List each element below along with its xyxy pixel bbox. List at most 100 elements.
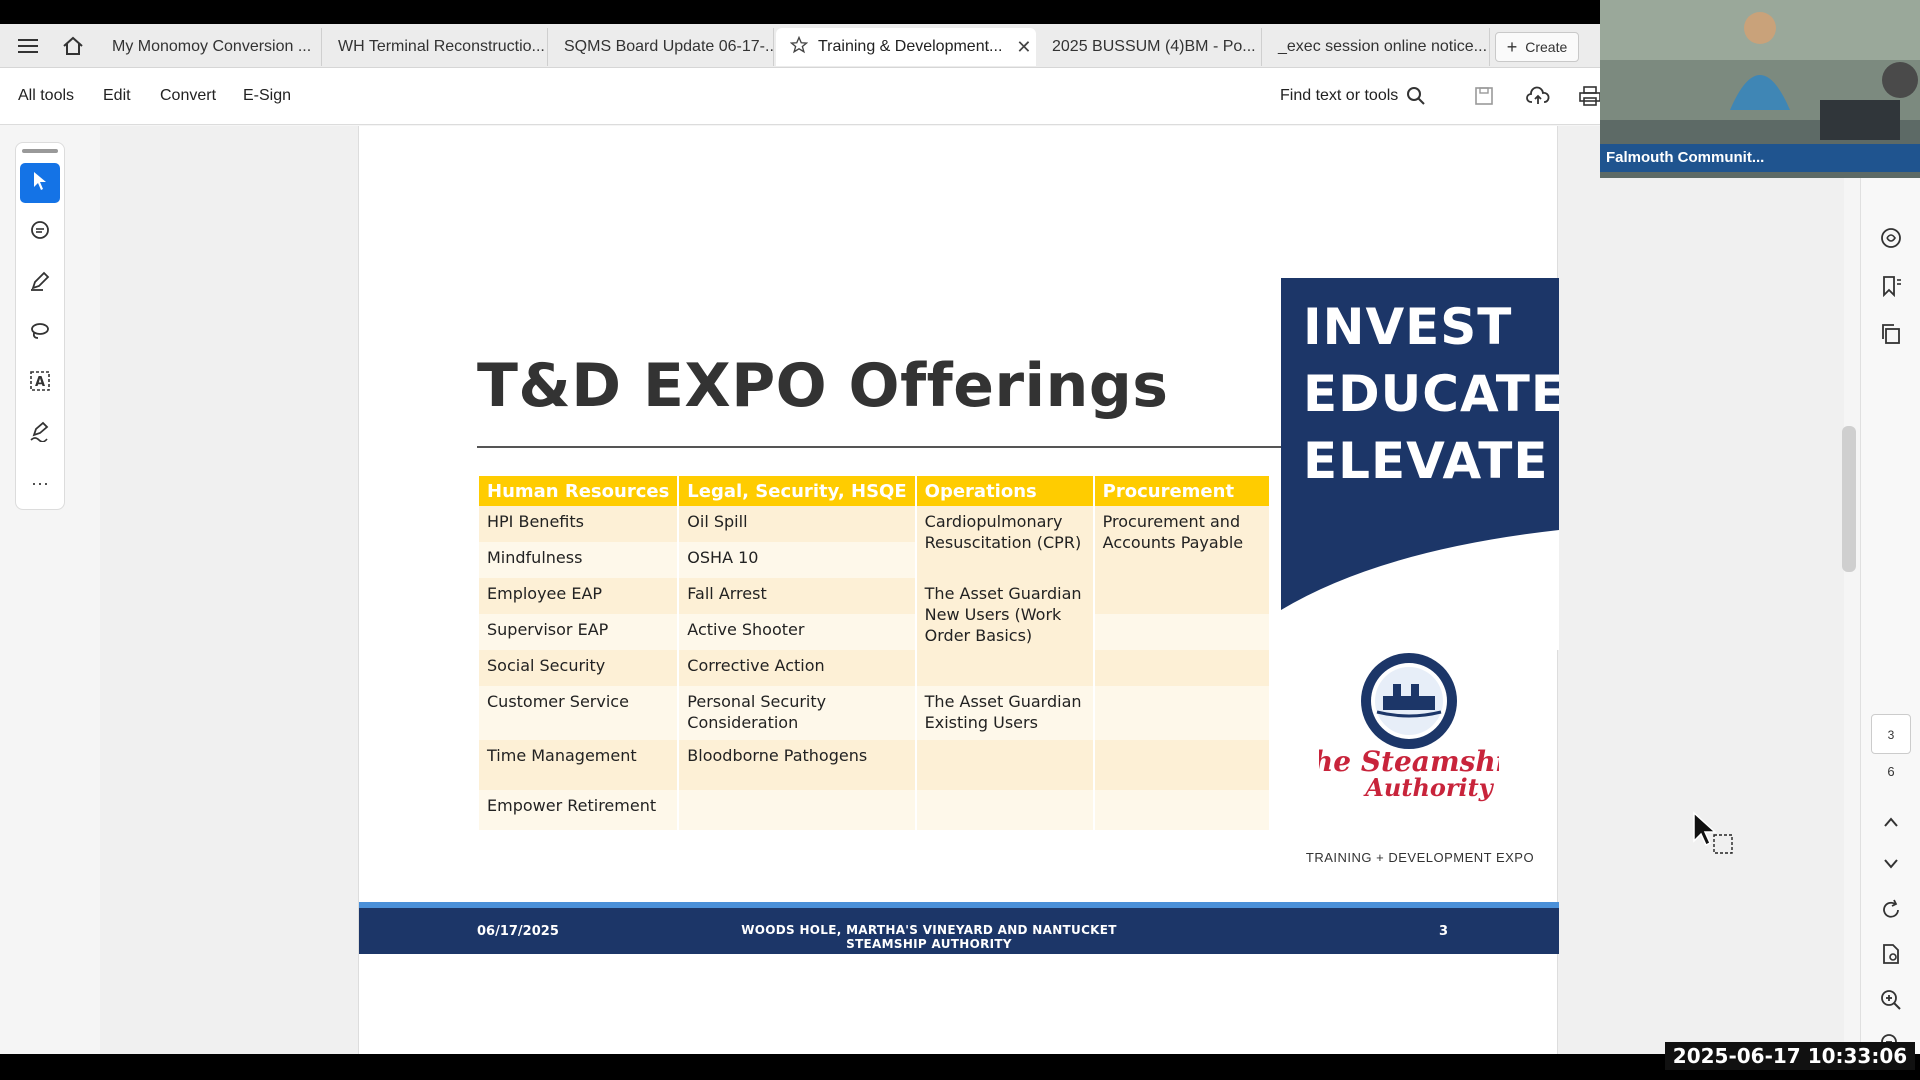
page-total: 6 <box>1887 764 1895 779</box>
tab-label: SQMS Board Update 06-17-... <box>564 38 774 55</box>
panel-line-elevate: ELEVATE <box>1303 432 1549 490</box>
slide-footer: 06/17/2025 WOODS HOLE, MARTHA'S VINEYARD… <box>359 908 1559 954</box>
meeting-video-overlay: Falmouth Communit... <box>1600 0 1920 178</box>
select-tool-button[interactable] <box>20 163 60 203</box>
table-cell <box>1093 614 1272 650</box>
tab-label: _exec session online notice... <box>1278 38 1488 55</box>
table-cell <box>1093 650 1272 686</box>
comment-tool-button[interactable] <box>20 213 60 253</box>
ai-assistant-icon[interactable] <box>1877 224 1905 252</box>
scrollbar-thumb[interactable] <box>1842 426 1856 572</box>
table-row: Social Security Corrective Action <box>479 650 1272 686</box>
expo-label: TRAINING + DEVELOPMENT EXPO <box>1305 850 1535 865</box>
tab-wh-terminal[interactable]: WH Terminal Reconstructio... <box>324 28 548 66</box>
find-text-or-tools[interactable]: Find text or tools <box>1280 87 1398 105</box>
sign-tool-button[interactable] <box>20 413 60 453</box>
panel-line-invest: INVEST <box>1303 298 1513 356</box>
footer-page-number: 3 <box>1439 924 1449 939</box>
panel-line-educate: EDUCATE <box>1303 365 1559 423</box>
steamship-authority-logo: The Steamship Authority <box>1292 646 1526 806</box>
tab-training-development[interactable]: Training & Development... ✕ <box>776 28 1036 66</box>
table-cell: Supervisor EAP <box>479 614 680 650</box>
home-icon[interactable] <box>59 32 87 60</box>
table-cell: Procurement and Accounts Payable <box>1093 506 1272 578</box>
document-viewport[interactable]: T&D EXPO Offerings Human Resources Legal… <box>100 126 1844 1054</box>
save-icon[interactable] <box>1470 82 1498 110</box>
tab-bar: My Monomoy Conversion ... WH Terminal Re… <box>0 24 1600 68</box>
quick-tools-rail: A ··· <box>15 142 65 510</box>
cloud-upload-icon[interactable] <box>1524 82 1552 110</box>
bookmark-icon[interactable] <box>1877 272 1905 300</box>
table-cell: Time Management <box>479 739 680 790</box>
table-cell <box>915 789 1095 830</box>
table-cell <box>678 789 917 830</box>
toolbar: All tools Edit Convert E-Sign Find text … <box>0 68 1601 125</box>
table-cell <box>1093 686 1272 740</box>
table-cell: The Asset Guardian New Users (Work Order… <box>915 578 1095 686</box>
tab-monomoy[interactable]: My Monomoy Conversion ... <box>98 28 322 66</box>
tab-exec-session[interactable]: _exec session online notice... <box>1264 28 1490 66</box>
table-row: Time Management Bloodborne Pathogens <box>479 739 1272 790</box>
star-icon[interactable] <box>789 35 809 59</box>
video-caption: Falmouth Communit... <box>1600 144 1920 172</box>
tab-bussum[interactable]: 2025 BUSSUM (4)BM - Po... <box>1038 28 1262 66</box>
menu-edit[interactable]: Edit <box>103 87 131 105</box>
create-button[interactable]: + Create <box>1495 32 1579 62</box>
table-cell: The Asset Guardian Existing Users <box>915 686 1095 740</box>
recording-timestamp: 2025-06-17 10:33:06 <box>1665 1042 1915 1070</box>
right-panel-rail: 3 6 <box>1860 126 1920 1054</box>
current-page-input[interactable]: 3 <box>1871 714 1911 754</box>
table-cell: Active Shooter <box>678 614 917 650</box>
svg-text:A: A <box>35 375 45 390</box>
hamburger-menu-icon[interactable] <box>14 32 42 60</box>
tab-sqms[interactable]: SQMS Board Update 06-17-... <box>550 28 774 66</box>
menu-convert[interactable]: Convert <box>160 87 216 105</box>
tab-label: Training & Development... <box>818 38 1003 55</box>
document-settings-icon[interactable] <box>1877 940 1905 968</box>
refresh-icon[interactable] <box>1877 896 1905 924</box>
table-cell: Personal Security Consideration <box>678 686 917 740</box>
table-cell: Employee EAP <box>479 578 680 614</box>
menu-all-tools[interactable]: All tools <box>18 87 74 105</box>
table-row: Empower Retirement <box>479 789 1272 830</box>
table-header-row: Human Resources Legal, Security, HSQE Op… <box>479 476 1272 506</box>
table-cell <box>1093 789 1272 830</box>
chevron-down-icon[interactable] <box>1877 850 1905 878</box>
signature-pen-icon <box>29 420 51 447</box>
bottom-letterbox <box>0 1054 1920 1080</box>
text-tool-button[interactable]: A <box>20 363 60 403</box>
menu-esign[interactable]: E-Sign <box>243 87 291 105</box>
vertical-scrollbar[interactable] <box>1840 126 1858 1054</box>
table-cell: OSHA 10 <box>678 542 917 578</box>
slide-title: T&D EXPO Offerings <box>477 351 1169 421</box>
table-row: Supervisor EAP Active Shooter <box>479 614 1272 650</box>
close-icon[interactable]: ✕ <box>1016 37 1031 58</box>
search-icon[interactable] <box>1402 82 1430 110</box>
plus-icon: + <box>1506 36 1518 57</box>
highlight-tool-button[interactable] <box>20 263 60 303</box>
lasso-icon <box>29 320 51 347</box>
acrobat-window: My Monomoy Conversion ... WH Terminal Re… <box>0 24 1920 1054</box>
offerings-table: Human Resources Legal, Security, HSQE Op… <box>479 476 1272 830</box>
table-cell <box>915 739 1095 790</box>
header-legal-security-hsqe: Legal, Security, HSQE <box>678 476 917 506</box>
more-tools-button[interactable]: ··· <box>20 463 60 503</box>
header-operations: Operations <box>915 476 1095 506</box>
table-cell <box>1093 578 1272 614</box>
chevron-up-icon[interactable] <box>1877 808 1905 836</box>
rail-grip[interactable] <box>22 149 58 153</box>
create-label: Create <box>1525 39 1568 55</box>
header-human-resources: Human Resources <box>479 476 680 506</box>
table-cell: Mindfulness <box>479 542 680 578</box>
copy-pages-icon[interactable] <box>1877 320 1905 348</box>
panel-wave <box>1281 530 1559 650</box>
zoom-in-icon[interactable] <box>1877 986 1905 1014</box>
invest-educate-elevate-panel: INVEST EDUCATE ELEVATE <box>1281 278 1559 650</box>
table-cell: Oil Spill <box>678 506 917 542</box>
svg-text:Authority: Authority <box>1363 773 1494 802</box>
top-letterbox <box>0 0 1600 24</box>
draw-tool-button[interactable] <box>20 313 60 353</box>
text-box-icon: A <box>29 370 51 397</box>
table-row: Employee EAP Fall Arrest The Asset Guard… <box>479 578 1272 686</box>
table-row: Customer Service Personal Security Consi… <box>479 686 1272 740</box>
